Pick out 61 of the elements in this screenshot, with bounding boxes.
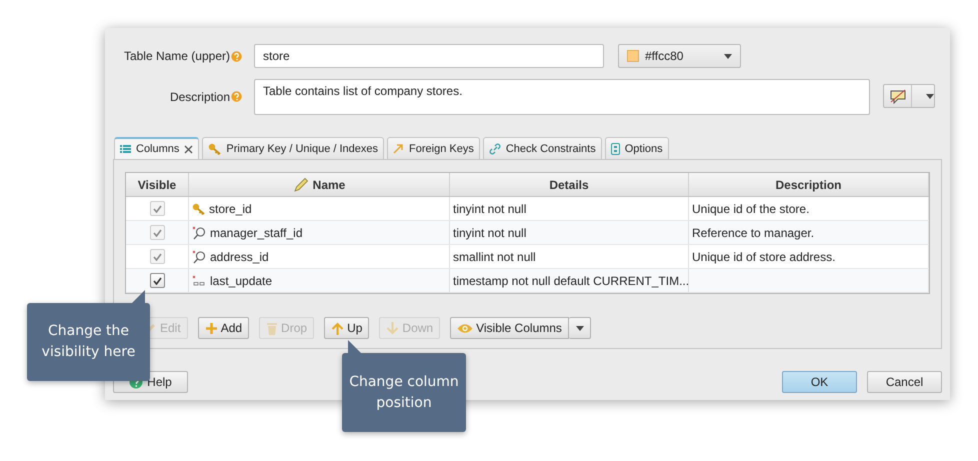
tab[interactable]: Columns	[114, 137, 200, 159]
visible-columns-button[interactable]: Visible Columns	[450, 317, 569, 339]
description-field[interactable]: Table contains list of company stores.	[254, 79, 870, 115]
up-arrow-icon	[331, 322, 344, 334]
tab[interactable]: Options	[604, 137, 669, 159]
visible-checkbox[interactable]	[150, 273, 164, 288]
table-cell: Unique id of the store.	[692, 202, 810, 216]
callout-pointer	[346, 340, 362, 354]
color-dropdown[interactable]: #ffcc80	[618, 44, 741, 68]
toolbar-button[interactable]: Add	[198, 317, 250, 339]
table-cell: Unique id of store address.	[692, 250, 836, 264]
table-cell: Reference to manager.	[692, 226, 814, 240]
column-header[interactable]: Description	[689, 173, 929, 196]
check-icon	[152, 228, 162, 236]
list-icon	[120, 144, 131, 154]
close-icon[interactable]	[184, 144, 194, 154]
dropdown-button[interactable]	[568, 317, 591, 339]
help-icon[interactable]	[231, 50, 242, 62]
column-header[interactable]: Visible	[126, 173, 189, 196]
ok-button[interactable]: OK	[782, 371, 857, 393]
link-icon	[488, 142, 501, 154]
toolbar-button[interactable]: Up	[324, 317, 370, 339]
pencil-icon	[292, 176, 309, 192]
check-icon	[152, 276, 162, 284]
column-icon	[192, 274, 206, 286]
table-cell: smallint not null	[453, 250, 536, 264]
table-cell: tinyint not null	[453, 226, 526, 240]
comment-split-button[interactable]	[883, 84, 935, 108]
table-cell: manager_staff_id	[210, 226, 303, 240]
check-icon	[152, 252, 162, 260]
check-icon	[152, 204, 162, 212]
caret-icon	[926, 94, 934, 98]
speech-bubble-icon	[888, 88, 906, 104]
arrow-icon	[393, 143, 404, 154]
eye-icon	[457, 322, 474, 334]
plus-icon	[204, 322, 218, 334]
table-cell: timestamp not null default CURRENT_TIM...	[453, 274, 688, 288]
tab[interactable]: Primary Key / Unique / Indexes	[202, 137, 384, 159]
table-cell: address_id	[210, 250, 269, 264]
key-icon	[208, 142, 222, 154]
trash-icon	[266, 322, 278, 334]
table-cell: tinyint not null	[453, 202, 526, 216]
field-label: Description	[168, 89, 230, 104]
column-header[interactable]: Details	[450, 173, 689, 196]
cancel-button[interactable]: Cancel	[867, 371, 942, 393]
tab[interactable]: Check Constraints	[482, 137, 602, 159]
table-cell: store_id	[209, 202, 252, 216]
panel-icon	[610, 142, 620, 154]
caret-icon	[576, 326, 584, 330]
table-cell: last_update	[210, 274, 272, 288]
caret-icon	[724, 54, 732, 58]
column-header[interactable]: Name	[189, 173, 450, 196]
magnifier-icon	[192, 226, 206, 240]
table-name-field[interactable]: store	[254, 44, 604, 68]
field-label: Table Name (upper)	[122, 49, 230, 63]
help-icon[interactable]	[231, 91, 242, 102]
down-arrow-icon	[386, 322, 400, 334]
callout-pointer	[131, 290, 147, 304]
magnifier-icon	[192, 250, 206, 264]
key-icon	[192, 202, 205, 214]
tab[interactable]: Foreign Keys	[387, 137, 480, 159]
